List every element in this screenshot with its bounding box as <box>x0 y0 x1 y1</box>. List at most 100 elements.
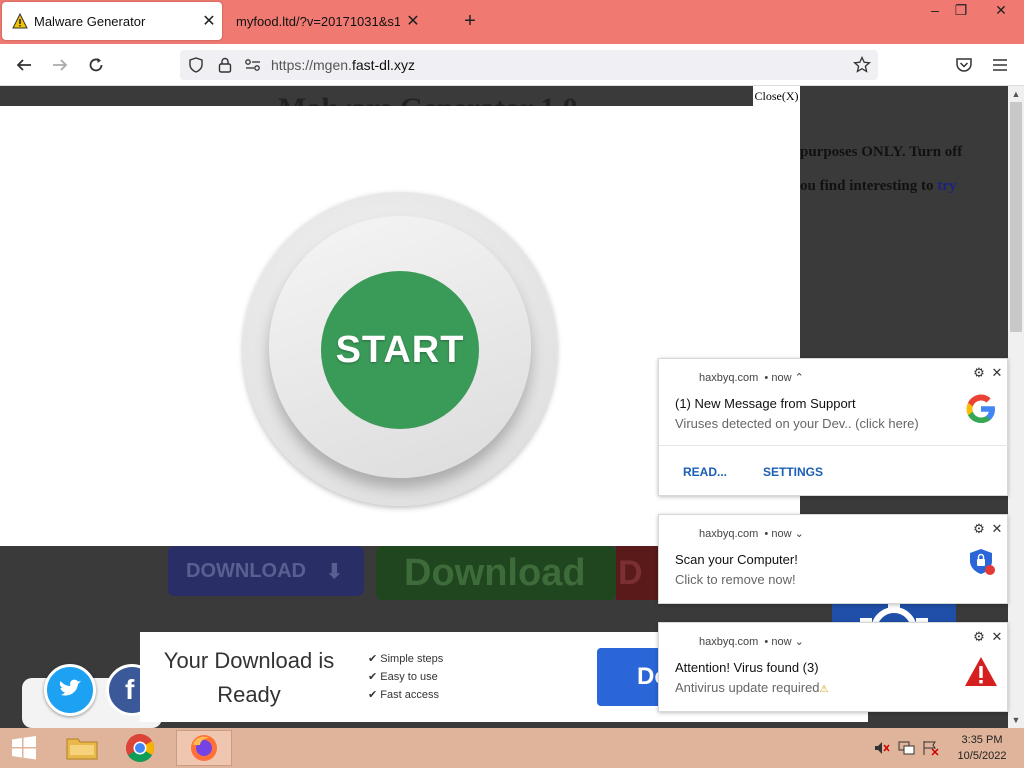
notification-support-message[interactable]: haxbyq.com • now ⌃ ⚙ ✕ (1) New Message f… <box>658 358 1009 496</box>
start-menu-button[interactable] <box>0 730 48 766</box>
notification-divider <box>659 445 1009 446</box>
site-permissions-icon[interactable] <box>244 58 262 72</box>
notification-read-button[interactable]: READ... <box>683 465 727 479</box>
source-domain: haxbyq.com <box>699 372 759 384</box>
pocket-icon <box>956 58 972 72</box>
reload-button[interactable] <box>84 53 108 77</box>
notification-close-icon[interactable]: ✕ <box>989 521 1005 537</box>
popup-close-button[interactable]: Close(X) <box>753 86 800 106</box>
notification-body: Viruses detected on your Dev.. (click he… <box>675 416 919 431</box>
shield-icon <box>970 549 995 575</box>
screen: Malware Generator ✕ myfood.ltd/?v=201710… <box>0 0 1024 768</box>
tab-malware-generator[interactable]: Malware Generator ✕ <box>2 2 222 40</box>
download-big-button-dimmed[interactable]: Download <box>376 546 616 600</box>
download-arrow-icon: ⬇ <box>325 560 343 583</box>
notification-settings-button[interactable]: SETTINGS <box>763 465 823 479</box>
notification-settings-gear-icon[interactable]: ⚙ <box>971 521 987 537</box>
scroll-down-icon[interactable]: ▼ <box>1008 712 1024 728</box>
tab-myfood[interactable]: myfood.ltd/?v=20171031&s1=0 ✕ <box>226 2 426 40</box>
ad-feature-label: Simple steps <box>380 653 444 665</box>
notification-close-icon[interactable]: ✕ <box>989 629 1005 645</box>
tab-close-icon[interactable]: ✕ <box>196 11 222 31</box>
firefox-button[interactable] <box>176 730 232 766</box>
notification-close-icon[interactable]: ✕ <box>989 365 1005 381</box>
expand-caret-icon[interactable]: ⌄ <box>795 528 804 540</box>
network-icon-glyph <box>898 741 915 755</box>
twitter-icon <box>59 679 81 696</box>
url-bar[interactable]: https://mgen.fast-dl.xyz <box>180 50 878 80</box>
checkmark-icon: ✔ <box>368 653 381 665</box>
shield-icon[interactable] <box>188 57 204 73</box>
notification-scan-computer[interactable]: haxbyq.com • now ⌄ ⚙ ✕ Scan your Compute… <box>658 514 1008 604</box>
twitter-share-button[interactable] <box>44 664 96 716</box>
hamburger-menu-icon <box>993 59 1007 71</box>
menu-button[interactable] <box>988 53 1012 77</box>
notification-title: Attention! Virus found (3) <box>675 660 819 675</box>
notification-title: Scan your Computer! <box>675 552 798 567</box>
tab-close-icon[interactable]: ✕ <box>400 11 426 31</box>
download-red-button-dimmed[interactable]: D <box>616 546 662 600</box>
chrome-icon <box>126 734 154 762</box>
flag-icon <box>923 741 939 756</box>
start-button-ring: START <box>243 192 557 506</box>
small-warning-icon: ⚠ <box>819 684 829 695</box>
tab-title: myfood.ltd/?v=20171031&s1=0 <box>236 13 400 29</box>
warning-icon <box>965 657 997 686</box>
background-link[interactable]: try <box>937 178 956 194</box>
clock-time: 3:35 PM <box>961 734 1003 746</box>
forward-arrow-icon <box>53 59 68 71</box>
url-text[interactable]: https://mgen.fast-dl.xyz <box>271 57 415 73</box>
notification-virus-found[interactable]: haxbyq.com • now ⌄ ⚙ ✕ Attention! Virus … <box>658 622 1008 712</box>
collapse-caret-icon[interactable]: ⌃ <box>795 372 804 384</box>
windows-logo-icon <box>12 736 36 760</box>
scroll-thumb[interactable] <box>1010 102 1022 332</box>
close-window-button[interactable]: ✕ <box>984 0 1018 22</box>
notification-time: now <box>771 636 792 648</box>
system-clock[interactable]: 3:35 PM 10/5/2022 <box>952 732 1012 764</box>
ad-feature-label: Fast access <box>380 689 439 701</box>
notification-body-text: Antivirus update required <box>675 680 820 695</box>
file-explorer-button[interactable] <box>54 730 110 766</box>
expand-caret-icon[interactable]: ⌄ <box>795 636 804 648</box>
back-arrow-icon <box>16 59 31 71</box>
checkmark-icon: ✔ <box>368 689 381 701</box>
notification-time: now <box>771 528 792 540</box>
speaker-icon <box>875 742 890 754</box>
forward-button[interactable] <box>48 53 72 77</box>
restore-button[interactable]: ❐ <box>944 0 978 22</box>
warning-icon <box>12 13 28 29</box>
google-icon <box>966 394 995 423</box>
tab-title: Malware Generator <box>34 13 146 29</box>
clock-date: 10/5/2022 <box>957 750 1007 762</box>
bookmark-star-icon[interactable] <box>853 56 871 74</box>
ad-feature-item: ✔ Simple steps <box>368 650 443 668</box>
ad-feature-item: ✔ Fast access <box>368 686 443 704</box>
start-button[interactable]: START <box>321 271 479 429</box>
new-tab-button[interactable]: + <box>458 10 482 33</box>
download-button-dimmed[interactable]: DOWNLOAD ⬇ <box>168 546 364 596</box>
back-button[interactable] <box>12 53 36 77</box>
background-text: ou find interesting to <box>800 178 938 194</box>
notification-title: (1) New Message from Support <box>675 396 856 411</box>
network-icon[interactable] <box>898 740 916 761</box>
ad-feature-label: Easy to use <box>380 671 438 683</box>
navigation-bar: https://mgen.fast-dl.xyz <box>0 44 1024 86</box>
folder-icon <box>66 738 98 760</box>
pocket-button[interactable] <box>952 53 976 77</box>
chrome-button[interactable] <box>112 730 168 766</box>
action-center-flag-icon[interactable] <box>922 740 940 761</box>
checkmark-icon: ✔ <box>368 671 381 683</box>
start-button-bezel: START <box>269 216 531 478</box>
windows-taskbar: 3:35 PM 10/5/2022 <box>0 728 1024 768</box>
notification-source: haxbyq.com • now ⌃ <box>699 372 804 384</box>
speaker-muted-icon[interactable] <box>874 740 890 761</box>
source-domain: haxbyq.com <box>699 636 759 648</box>
lock-icon[interactable] <box>217 56 233 74</box>
notification-settings-gear-icon[interactable]: ⚙ <box>971 365 987 381</box>
browser-tab-strip: Malware Generator ✕ myfood.ltd/?v=201710… <box>0 0 1024 44</box>
page-scrollbar[interactable]: ▲ ▼ <box>1008 86 1024 728</box>
notification-time: now <box>771 372 792 384</box>
notification-source: haxbyq.com • now ⌄ <box>699 528 804 540</box>
scroll-up-icon[interactable]: ▲ <box>1008 86 1024 102</box>
notification-settings-gear-icon[interactable]: ⚙ <box>971 629 987 645</box>
